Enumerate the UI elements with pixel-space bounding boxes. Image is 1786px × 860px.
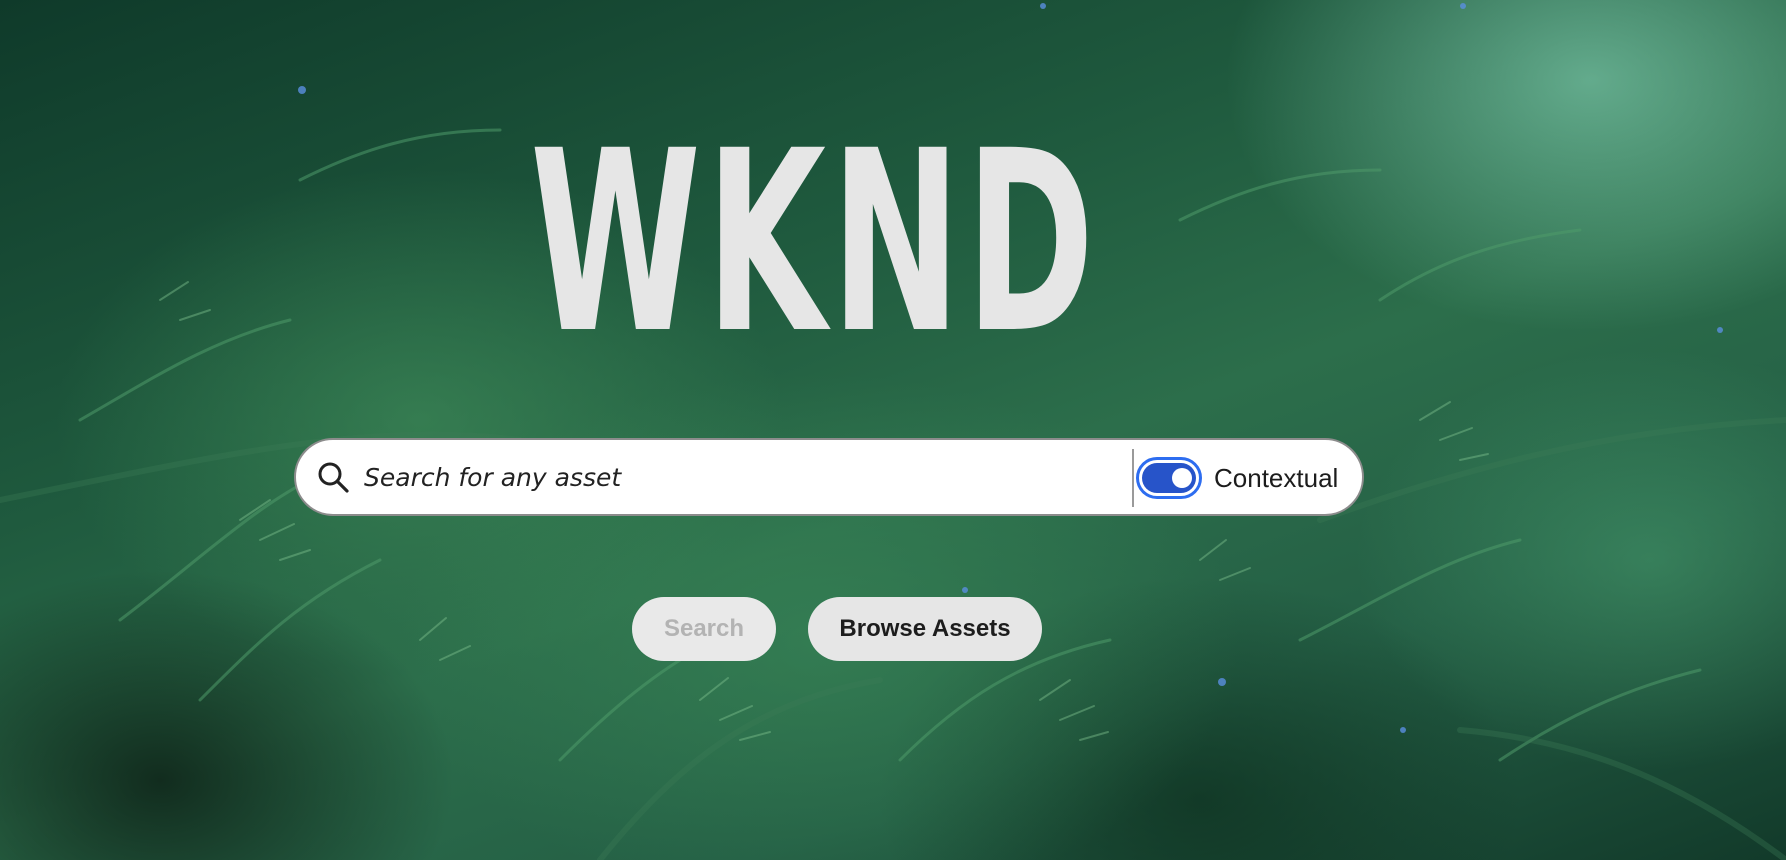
contextual-toggle[interactable] (1136, 457, 1202, 499)
contextual-toggle-label: Contextual (1214, 463, 1339, 493)
browse-assets-button[interactable]: Browse Assets (808, 597, 1042, 661)
search-button[interactable]: Search (632, 597, 776, 661)
search-input[interactable] (364, 450, 1004, 504)
contextual-toggle-track (1142, 463, 1196, 493)
search-icon (318, 462, 349, 493)
search-bar: Contextual (294, 438, 1364, 516)
search-divider (1132, 449, 1134, 507)
hero-background: WKND Contextual Search Browse Assets (0, 0, 1786, 860)
contextual-toggle-knob (1172, 468, 1192, 488)
wknd-logo: WKND (530, 97, 1100, 388)
